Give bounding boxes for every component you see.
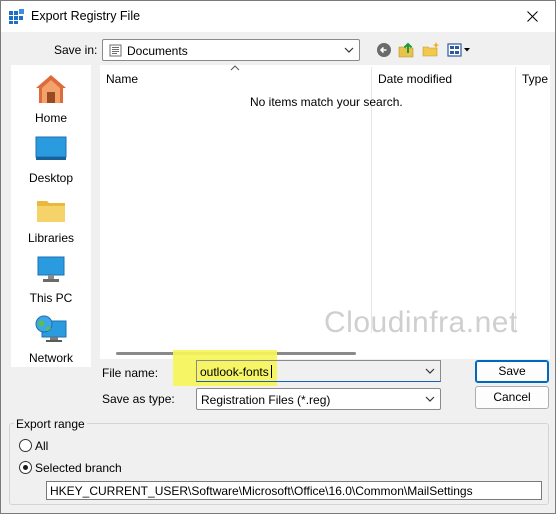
title-bar: Export Registry File [1, 1, 555, 32]
close-icon [526, 11, 538, 22]
column-header-name[interactable]: Name [106, 72, 138, 86]
place-this-pc[interactable]: This PC [11, 255, 91, 305]
chevron-down-icon[interactable] [425, 366, 435, 376]
file-name-input[interactable]: outlook-fonts [196, 360, 441, 382]
file-name-label: File name: [102, 366, 159, 380]
place-libraries[interactable]: Libraries [11, 195, 91, 245]
place-label: Libraries [27, 231, 75, 245]
save-button[interactable]: Save [475, 360, 549, 383]
chevron-down-icon [344, 47, 354, 53]
chevron-down-icon [425, 396, 435, 402]
view-options-icon [447, 43, 470, 57]
documents-icon [109, 44, 122, 57]
back-button[interactable] [375, 40, 393, 60]
home-icon [36, 75, 66, 103]
up-folder-icon [398, 42, 414, 58]
places-bar: Home Desktop Libraries This PC Network [11, 65, 91, 367]
export-registry-dialog: Export Registry File Save in: Documents [0, 0, 556, 514]
new-folder-button[interactable] [421, 40, 441, 60]
up-one-level-button[interactable] [397, 40, 417, 60]
sort-ascending-icon [230, 65, 240, 71]
radio-all[interactable] [19, 439, 32, 452]
horizontal-scrollbar[interactable] [100, 348, 550, 359]
save-in-value: Documents [127, 44, 188, 58]
file-name-value: outlook-fonts [200, 365, 269, 379]
column-header-type[interactable]: Type [522, 72, 548, 86]
save-as-type-dropdown[interactable]: Registration Files (*.reg) [196, 388, 441, 410]
save-in-dropdown[interactable]: Documents [102, 39, 360, 61]
new-folder-icon [422, 42, 440, 57]
libraries-icon [37, 201, 65, 222]
place-network[interactable]: Network [11, 315, 91, 365]
place-label: Network [28, 351, 73, 365]
file-name-value-wrap: outlook-fonts [200, 365, 272, 379]
place-label: Desktop [28, 171, 74, 185]
column-divider [515, 67, 516, 333]
radio-selected-branch-label[interactable]: Selected branch [35, 461, 122, 475]
empty-list-message: No items match your search. [250, 95, 403, 109]
window-title: Export Registry File [31, 9, 141, 23]
place-label: This PC [29, 291, 73, 305]
save-as-type-value: Registration Files (*.reg) [201, 393, 331, 407]
text-caret [270, 365, 272, 378]
cancel-button[interactable]: Cancel [475, 386, 549, 409]
regedit-app-icon [9, 9, 24, 24]
save-as-type-label: Save as type: [102, 392, 175, 406]
selected-branch-path-input[interactable]: HKEY_CURRENT_USER\Software\Microsoft\Off… [46, 481, 542, 500]
column-header-date-modified[interactable]: Date modified [378, 72, 452, 86]
network-icon [35, 315, 67, 342]
save-in-label: Save in: [54, 43, 98, 57]
export-range-title: Export range [14, 417, 87, 431]
back-arrow-icon [377, 43, 391, 57]
this-pc-icon [37, 256, 65, 282]
place-label: Home [34, 111, 67, 125]
place-home[interactable]: Home [11, 73, 91, 125]
radio-selected-branch[interactable] [19, 461, 32, 474]
radio-all-label[interactable]: All [35, 439, 48, 453]
place-desktop[interactable]: Desktop [11, 135, 91, 185]
watermark: Cloudinfra.net [324, 306, 518, 339]
close-button[interactable] [509, 1, 555, 32]
view-menu-button[interactable] [446, 40, 472, 60]
desktop-icon [35, 136, 67, 160]
